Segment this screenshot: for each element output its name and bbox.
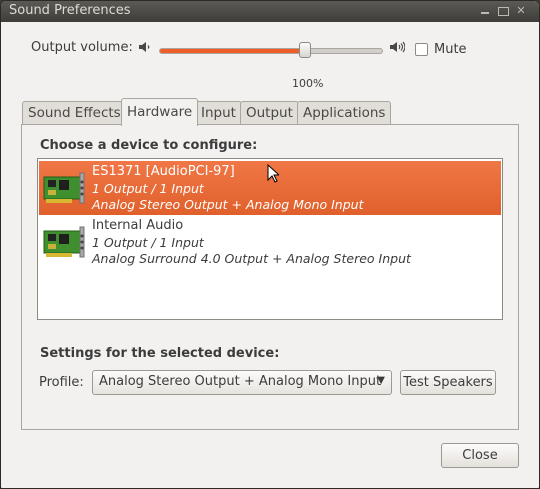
tab-input[interactable]: Input xyxy=(195,101,242,125)
tab-sound-effects[interactable]: Sound Effects xyxy=(22,101,127,125)
sound-card-icon xyxy=(43,172,85,204)
volume-slider-fill xyxy=(160,49,307,53)
profile-dropdown[interactable]: Analog Stereo Output + Analog Mono Input… xyxy=(92,370,392,395)
chevron-down-icon: ▼ xyxy=(377,375,385,386)
output-volume-label: Output volume: xyxy=(31,40,133,55)
device-name: ES1371 [AudioPCI-97] xyxy=(92,164,235,179)
profile-dropdown-value: Analog Stereo Output + Analog Mono Input xyxy=(99,374,382,389)
close-button[interactable]: Close xyxy=(441,443,519,468)
choose-device-heading: Choose a device to configure: xyxy=(40,138,258,153)
settings-heading: Settings for the selected device: xyxy=(40,346,280,361)
maximize-icon xyxy=(497,7,509,16)
device-name: Internal Audio xyxy=(92,218,184,233)
mouse-pointer-icon xyxy=(267,164,279,183)
maximize-button[interactable] xyxy=(497,5,509,17)
minimize-icon xyxy=(481,12,489,14)
device-row-internal-audio[interactable]: Internal Audio 1 Output / 1 Input Analog… xyxy=(39,215,501,269)
volume-value: 100% xyxy=(292,77,324,90)
tab-hardware[interactable]: Hardware xyxy=(121,98,199,126)
profile-label: Profile: xyxy=(39,375,84,390)
sound-card-icon xyxy=(43,226,85,258)
mute-checkbox[interactable] xyxy=(415,43,428,56)
sound-preferences-window: Sound Preferences ✕ Output volume: 100% … xyxy=(0,0,540,489)
speaker-low-icon xyxy=(139,42,150,52)
device-ports: 1 Output / 1 Input xyxy=(92,181,204,196)
title-bar[interactable]: Sound Preferences ✕ xyxy=(1,1,539,22)
volume-slider-track[interactable] xyxy=(159,48,383,54)
minimize-button[interactable] xyxy=(479,5,491,17)
mute-label[interactable]: Mute xyxy=(434,42,467,57)
device-profile: Analog Stereo Output + Analog Mono Input xyxy=(92,197,364,212)
tab-output[interactable]: Output xyxy=(240,101,299,125)
tab-applications[interactable]: Applications xyxy=(297,101,392,125)
window-title: Sound Preferences xyxy=(9,3,131,18)
volume-slider-thumb[interactable] xyxy=(299,42,311,58)
device-profile: Analog Surround 4.0 Output + Analog Ster… xyxy=(92,251,411,266)
close-window-button[interactable]: ✕ xyxy=(515,5,527,17)
test-speakers-button[interactable]: Test Speakers xyxy=(400,370,496,395)
speaker-high-icon xyxy=(390,41,405,53)
device-ports: 1 Output / 1 Input xyxy=(92,235,204,250)
